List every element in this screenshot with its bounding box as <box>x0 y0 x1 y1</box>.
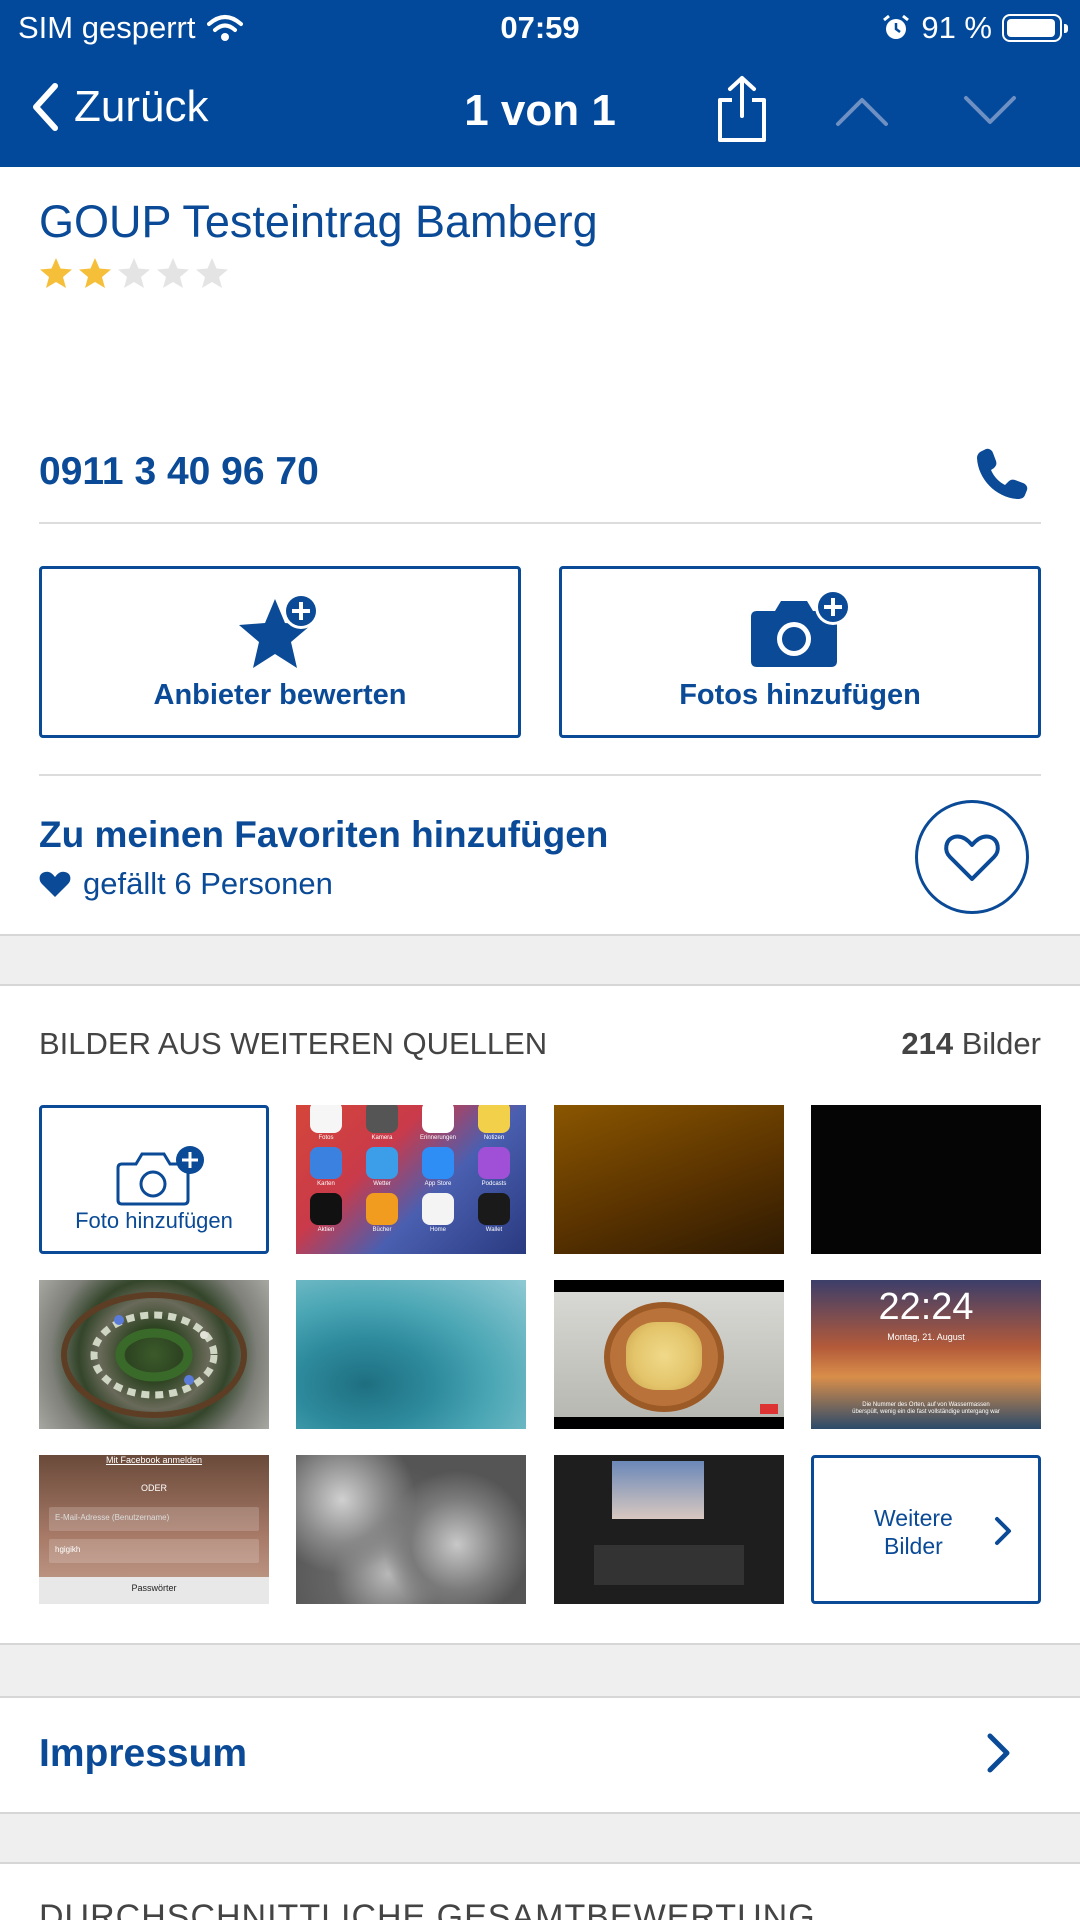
app-icon-label: Erinnerungen <box>419 1135 457 1141</box>
lockscreen-clock: 22:24 <box>878 1286 974 1328</box>
images-section-header: BILDER AUS WEITEREN QUELLEN 214 Bilder <box>39 1026 1041 1062</box>
oder-label: ODER <box>140 1483 167 1493</box>
app-icon-label: Bücher <box>372 1227 392 1233</box>
app-icon-tile: Home <box>416 1193 460 1233</box>
app-icon-tile: Fotos <box>304 1105 348 1141</box>
chevron-up-icon[interactable] <box>834 94 890 128</box>
phone-icon[interactable] <box>975 446 1029 500</box>
star-rating[interactable] <box>39 256 229 290</box>
forgot-password: Passwörter <box>131 1583 177 1593</box>
phone-number[interactable]: 0911 3 40 96 70 <box>39 450 319 494</box>
chevron-right-icon <box>987 1733 1010 1773</box>
add-photo-label: Foto hinzufügen <box>75 1208 233 1233</box>
star-empty-icon <box>196 258 228 288</box>
heart-filled-icon <box>39 871 71 897</box>
image-thumb-teal-clouds[interactable] <box>296 1280 526 1429</box>
likes-text: gefällt 6 Personen <box>83 866 333 901</box>
app-icon-tile: Podcasts <box>472 1147 516 1187</box>
add-photos-label: Fotos hinzufügen <box>679 679 921 711</box>
star-plus-icon <box>239 593 319 668</box>
heart-outline-icon <box>944 834 1000 881</box>
star-filled-icon <box>40 258 72 288</box>
image-thumb-nature-spiral[interactable] <box>39 1280 269 1429</box>
status-right: 91 % <box>881 10 1068 46</box>
lockscreen-caption: Die Nummer des Orten, auf von Wassermass… <box>852 1402 1000 1415</box>
favorite-toggle-button[interactable] <box>915 800 1029 914</box>
top-bar: SIM gesperrt 07:59 91 % Zurück 1 von 1 <box>0 0 1080 167</box>
app-icon-tile: Erinnerungen <box>416 1105 460 1141</box>
app-icon-label: Karten <box>317 1181 335 1187</box>
app-icon-tile: Wallet <box>472 1193 516 1233</box>
alarm-icon <box>883 14 910 39</box>
spiral-decoration <box>61 1292 247 1418</box>
app-icon-tile: Aktien <box>304 1193 348 1233</box>
share-icon[interactable] <box>714 74 770 144</box>
app-icon-label: App Store <box>424 1181 452 1187</box>
app-icon-tile: Notizen <box>472 1105 516 1141</box>
image-thumb-lockscreen-coast[interactable]: 22:24 Montag, 21. August Die Nummer des … <box>811 1280 1041 1429</box>
fb-login-link: Mit Facebook anmelden <box>105 1455 203 1465</box>
impressum-label: Impressum <box>39 1732 248 1775</box>
app-icon-label: Podcasts <box>481 1181 507 1187</box>
nav-title: 1 von 1 <box>464 86 616 135</box>
app-icon-tile: Wetter <box>360 1147 404 1187</box>
rating-section-heading: DURCHSCHNITTLICHE GESAMTBEWERTUNG <box>39 1898 816 1920</box>
rate-provider-label: Anbieter bewerten <box>153 679 407 711</box>
battery-icon <box>1002 14 1068 42</box>
section-divider <box>0 1643 1080 1698</box>
status-bar: SIM gesperrt 07:59 91 % <box>0 0 1080 58</box>
camera-plus-icon <box>751 589 851 667</box>
more-images-label-1: Weitere <box>874 1505 953 1531</box>
password-field: hgigikh <box>49 1539 259 1563</box>
favorites-row[interactable]: Zu meinen Favoriten hinzufügen gefällt 6… <box>39 774 1041 934</box>
app-icon-label: Fotos <box>318 1135 334 1141</box>
navigation-bar: Zurück 1 von 1 <box>0 62 1080 162</box>
app-icon-tile: Kamera <box>360 1105 404 1141</box>
image-thumb-login-screen[interactable]: Mit Facebook anmelden ODER E-Mail-Adress… <box>39 1455 269 1604</box>
impressum-row[interactable]: Impressum <box>0 1698 1080 1812</box>
section-divider <box>0 934 1080 986</box>
favorites-likes: gefällt 6 Personen <box>39 866 333 902</box>
app-icon-label: Notizen <box>483 1135 505 1141</box>
app-icon-label: Kamera <box>371 1135 393 1141</box>
chevron-down-icon[interactable] <box>962 94 1018 128</box>
image-thumb-bokeh[interactable] <box>296 1455 526 1604</box>
favorites-title[interactable]: Zu meinen Favoriten hinzufügen <box>39 814 608 856</box>
app-icon-label: Wetter <box>373 1181 391 1187</box>
email-field: E-Mail-Adresse (Benutzername) <box>49 1507 259 1531</box>
phone-row[interactable]: 0911 3 40 96 70 <box>39 430 1041 524</box>
rate-provider-button[interactable]: Anbieter bewerten <box>39 566 521 738</box>
camera-plus-outline-icon <box>116 1146 204 1206</box>
image-thumb-ios-homescreen[interactable]: Fotos Kamera Erinnerungen Notizen Karten Wett… <box>296 1105 526 1254</box>
star-empty-icon <box>118 258 150 288</box>
image-thumb-potatoes-bowl[interactable] <box>554 1280 784 1429</box>
app-icon-label: Home <box>429 1227 446 1233</box>
listing-title: GOUP Testeintrag Bamberg <box>39 196 598 247</box>
image-thumb-brown-gradient[interactable] <box>554 1105 784 1254</box>
section-divider <box>0 1812 1080 1864</box>
app-icon-tile: App Store <box>416 1147 460 1187</box>
app-icon-label: Aktien <box>317 1227 335 1233</box>
add-photo-tile[interactable]: Foto hinzufügen <box>39 1105 269 1254</box>
lockscreen-date: Montag, 21. August <box>887 1332 965 1342</box>
images-heading: BILDER AUS WEITEREN QUELLEN <box>39 1026 548 1061</box>
more-images-button[interactable]: Weitere Bilder <box>811 1455 1041 1604</box>
star-empty-icon <box>157 258 189 288</box>
image-thumb-black[interactable] <box>811 1105 1041 1254</box>
image-thumb-dark-room-tv[interactable] <box>554 1455 784 1604</box>
images-count[interactable]: 214 Bilder <box>901 1026 1041 1062</box>
app-icon-label: Wallet <box>485 1227 503 1233</box>
add-photos-button[interactable]: Fotos hinzufügen <box>559 566 1041 738</box>
more-images-label-2: Bilder <box>884 1533 943 1559</box>
app-icon-tile: Karten <box>304 1147 348 1187</box>
chevron-right-icon <box>995 1517 1011 1545</box>
app-icon-tile: Bücher <box>360 1193 404 1233</box>
battery-percent: 91 % <box>921 10 992 45</box>
star-filled-icon <box>79 258 111 288</box>
